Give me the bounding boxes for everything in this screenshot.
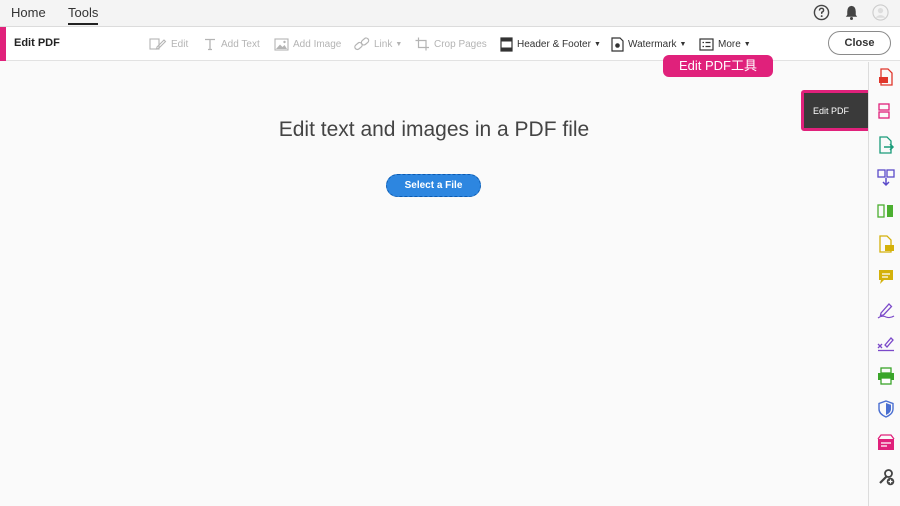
send-for-signature-icon[interactable]	[877, 334, 895, 352]
popover-label: Edit PDF	[813, 106, 850, 116]
tab-tools[interactable]: Tools	[68, 5, 99, 25]
top-menu-bar: Home Tools	[0, 0, 900, 27]
add-text-button[interactable]: Add Text	[203, 35, 260, 53]
tab-home[interactable]: Home	[11, 5, 46, 20]
header-footer-caret-icon: ▼	[593, 40, 601, 48]
page-heading: Edit text and images in a PDF file	[278, 118, 590, 141]
organize-pages-icon[interactable]	[877, 202, 895, 220]
accent-bar	[0, 27, 6, 61]
edit-tool-button[interactable]: Edit	[149, 35, 188, 53]
toolbar-title: Edit PDF	[14, 37, 60, 49]
watermark-label: Watermark	[628, 38, 677, 50]
enhance-scans-icon[interactable]	[877, 235, 895, 253]
watermark-button[interactable]: Watermark ▼	[611, 35, 686, 53]
export-pdf-icon[interactable]	[877, 136, 895, 154]
image-icon	[274, 37, 289, 51]
watermark-icon	[611, 36, 624, 52]
select-file-button[interactable]: Select a File	[386, 174, 481, 197]
protect-icon[interactable]	[877, 400, 895, 418]
edit-icon	[149, 38, 167, 50]
add-image-label: Add Image	[293, 38, 342, 50]
text-icon	[205, 38, 215, 51]
header-footer-button[interactable]: Header & Footer ▼	[500, 35, 601, 53]
comment-icon[interactable]	[877, 268, 895, 286]
crop-pages-label: Crop Pages	[434, 38, 487, 50]
edit-tool-label: Edit	[171, 38, 189, 50]
more-button[interactable]: More ▼	[699, 35, 751, 53]
link-dropdown-caret-icon: ▼	[395, 40, 403, 48]
fill-sign-icon[interactable]	[877, 301, 895, 319]
right-tools-rail	[868, 62, 900, 506]
header-footer-label: Header & Footer	[517, 38, 591, 50]
print-production-icon[interactable]	[877, 367, 895, 385]
prepare-form-icon[interactable]	[877, 434, 895, 452]
link-button[interactable]: Link ▼	[354, 35, 402, 53]
link-label: Link	[374, 38, 393, 50]
crop-icon	[415, 37, 429, 51]
edit-pdf-rail-icon[interactable]	[877, 102, 895, 120]
add-image-button[interactable]: Add Image	[274, 35, 341, 53]
user-avatar-icon[interactable]	[872, 4, 889, 21]
crop-pages-button[interactable]: Crop Pages	[415, 35, 487, 53]
link-icon	[354, 37, 370, 51]
help-icon[interactable]	[813, 4, 830, 21]
close-button[interactable]: Close	[828, 31, 891, 55]
edit-pdf-tool-annotation: Edit PDF工具	[663, 55, 773, 77]
header-footer-icon	[500, 36, 513, 52]
watermark-caret-icon: ▼	[679, 40, 687, 48]
create-pdf-icon[interactable]	[877, 68, 895, 86]
combine-files-icon[interactable]	[877, 169, 895, 187]
customize-tools-icon[interactable]	[877, 468, 895, 486]
add-text-label: Add Text	[221, 38, 260, 50]
notification-bell-icon[interactable]	[843, 4, 860, 21]
more-caret-icon: ▼	[743, 40, 751, 48]
main-content-area: Edit text and images in a PDF file Selec…	[0, 62, 868, 506]
more-icon	[699, 37, 714, 51]
more-label: More	[718, 38, 741, 50]
